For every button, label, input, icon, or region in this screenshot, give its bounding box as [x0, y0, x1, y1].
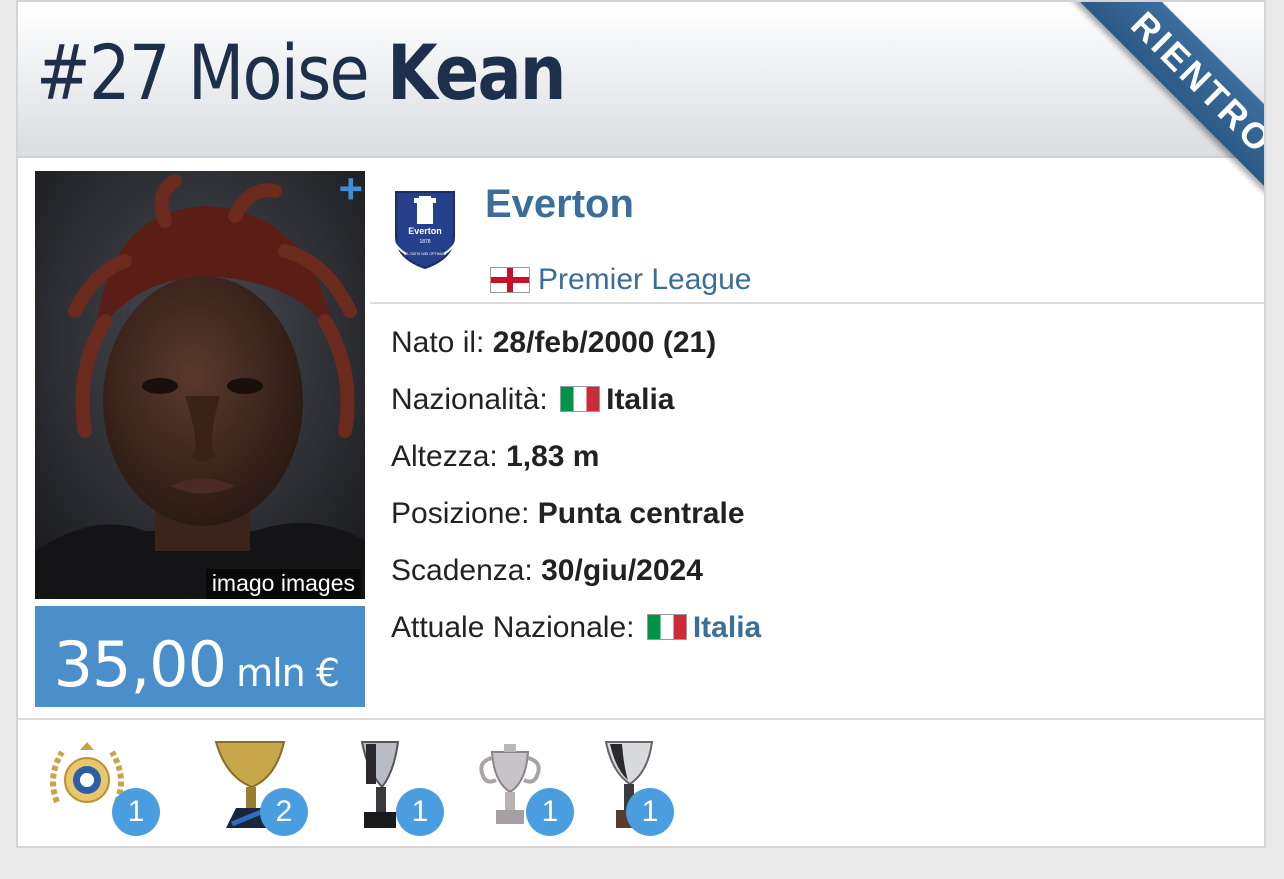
player-info-list: Nato il: 28/feb/2000 (21) Nazionalità: I… [391, 320, 761, 662]
trophy-item[interactable]: 2 [206, 732, 308, 842]
info-row-position: Posizione: Punta centrale [391, 491, 761, 548]
status-ribbon-label: RIENTRO [1061, 2, 1264, 224]
photo-credit: imago images [205, 569, 361, 599]
trophy-count-badge: 2 [260, 788, 308, 836]
italy-flag-icon [560, 386, 601, 413]
trophy-item[interactable]: 1 [348, 732, 448, 842]
info-value: Italia [606, 383, 675, 416]
club-link[interactable]: Everton [485, 182, 634, 227]
national-team-link[interactable]: Italia [693, 611, 761, 644]
player-number-name: #27 Moise [36, 28, 370, 117]
page-title: #27 Moise Kean [36, 28, 566, 118]
trophy-count-badge: 1 [396, 788, 444, 836]
status-ribbon: RIENTRO [1022, 2, 1264, 244]
player-photo[interactable]: + imago images [35, 171, 365, 599]
info-label: Altezza: [391, 440, 498, 473]
trophy-row: 1 2 1 1 1 [18, 724, 1264, 844]
info-label: Posizione: [391, 497, 530, 530]
league-row[interactable]: Premier League [490, 260, 751, 300]
info-row-birth: Nato il: 28/feb/2000 (21) [391, 320, 761, 377]
player-last-name: Kean [387, 28, 566, 117]
info-row-nationality: Nazionalità: Italia [391, 377, 761, 434]
divider [18, 718, 1264, 720]
player-profile-card: #27 Moise Kean RIENTRO + imago images 35… [16, 0, 1266, 848]
info-value: Punta centrale [537, 497, 745, 530]
trophy-count-badge: 1 [526, 788, 574, 836]
league-link[interactable]: Premier League [538, 263, 751, 297]
trophy-item[interactable]: 1 [42, 732, 160, 842]
player-portrait-image [35, 171, 365, 599]
expand-plus-icon[interactable]: + [338, 171, 363, 210]
info-label: Attuale Nazionale: [391, 611, 635, 644]
info-value: 28/feb/2000 (21) [492, 326, 717, 359]
info-label: Scadenza: [391, 554, 533, 587]
crest-motto: NIL SATIS NISI OPTIMUM [404, 252, 447, 256]
market-value-unit: mln € [236, 651, 340, 695]
market-value-box[interactable]: 35,00 mln € [35, 606, 365, 707]
info-row-contract: Scadenza: 30/giu/2024 [391, 548, 761, 605]
everton-crest-icon[interactable]: Everton 1878 NIL SATIS NISI OPTIMUM [386, 188, 464, 270]
info-value: 1,83 m [506, 440, 600, 473]
info-label: Nazionalità: [391, 383, 548, 416]
market-value: 35,00 mln € [53, 628, 340, 701]
crest-year: 1878 [419, 239, 430, 245]
info-label: Nato il: [391, 326, 485, 359]
market-value-amount: 35,00 [53, 628, 227, 701]
divider [370, 302, 1264, 304]
trophy-item[interactable]: 1 [470, 732, 574, 842]
info-row-height: Altezza: 1,83 m [391, 434, 761, 491]
info-row-national-team: Attuale Nazionale: Italia [391, 605, 761, 662]
trophy-item[interactable]: 1 [598, 732, 698, 842]
england-flag-icon [490, 267, 530, 293]
italy-flag-icon [646, 614, 687, 641]
trophy-count-badge: 1 [112, 788, 160, 836]
info-value: 30/giu/2024 [541, 554, 703, 587]
crest-text: Everton [408, 226, 442, 236]
trophy-count-badge: 1 [626, 788, 674, 836]
